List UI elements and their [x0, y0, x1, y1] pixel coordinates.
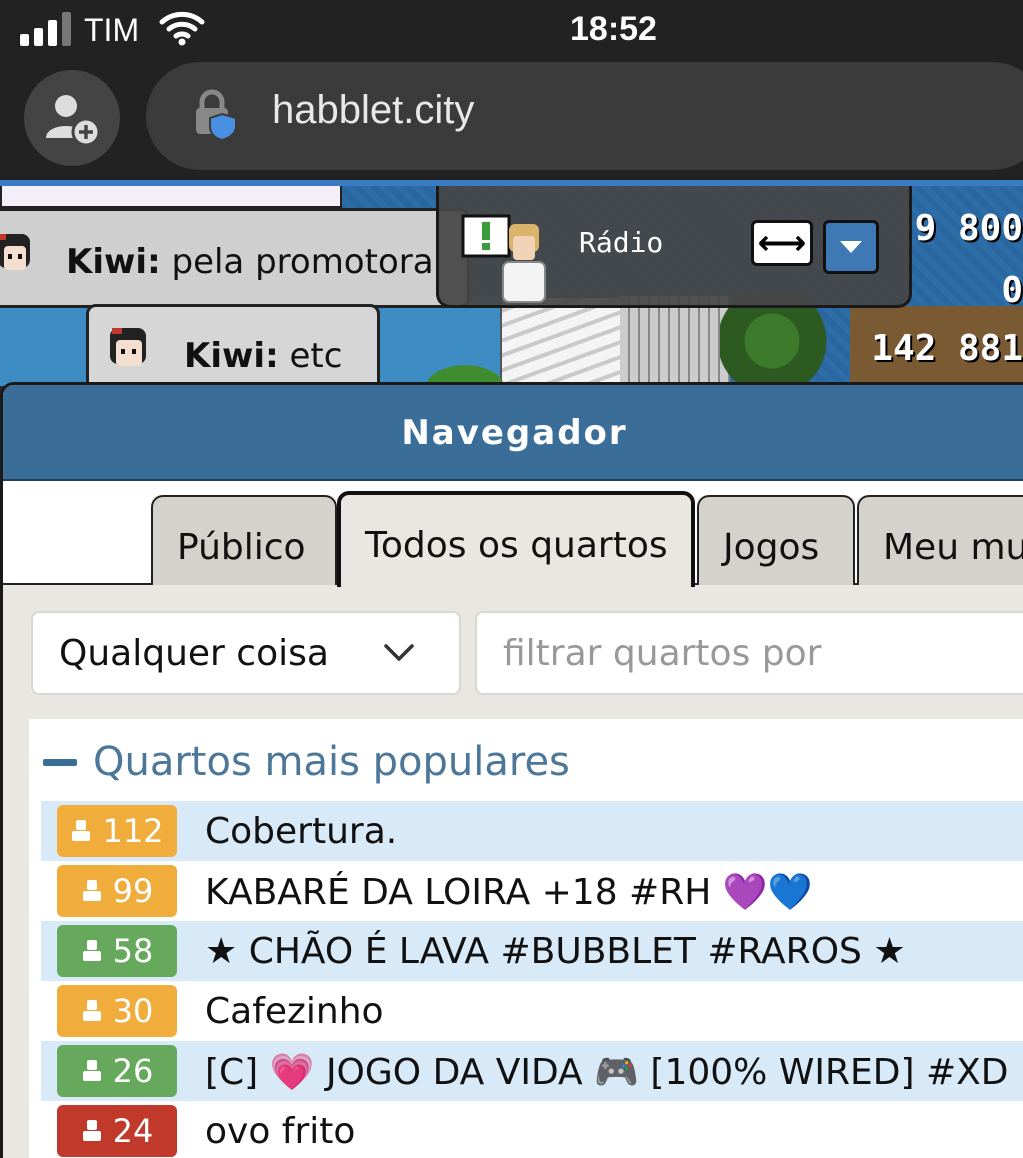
section-title: Quartos mais populares: [93, 739, 570, 785]
navigator-title: Navegador: [401, 413, 628, 453]
radio-dropdown-button[interactable]: [823, 220, 879, 274]
status-bar: TIM 18:52: [0, 0, 1023, 62]
user-count: 58: [112, 932, 154, 970]
wifi-icon: [158, 10, 206, 50]
room-name: ovo frito: [205, 1111, 356, 1152]
status-time: 18:52: [570, 10, 657, 48]
game-room-view[interactable]: Kiwi: pela promotora Kiwi: etc Rádio ⟷ 9…: [0, 186, 1023, 386]
room-row[interactable]: 58 ★ CHÃO É LAVA #BUBBLET #RAROS ★: [41, 921, 1023, 981]
navigator-window: Navegador Público Todos os quartos Jogos…: [0, 382, 1023, 1158]
section-header[interactable]: Quartos mais populares: [43, 737, 570, 787]
user-count-badge: 24: [57, 1105, 177, 1157]
kiwi-avatar: [0, 230, 64, 302]
room-name: Cafezinho: [205, 991, 384, 1032]
chat-username: Kiwi:: [184, 336, 279, 376]
triangle-down-icon: [840, 241, 862, 253]
user-count-badge: 99: [57, 865, 177, 917]
carrier-name: TIM: [84, 12, 140, 48]
radio-panel[interactable]: Rádio ⟷: [436, 186, 912, 308]
address-bar[interactable]: habblet.city: [146, 62, 1023, 170]
navigator-tabs: Público Todos os quartos Jogos Meu mundo: [3, 481, 1023, 587]
person-icon: [82, 880, 101, 901]
room-list: 112 Cobertura. 99 KABARÉ DA LOIRA +18 #R…: [41, 801, 1023, 1158]
room-row[interactable]: 26 [C] 💗 JOGO DA VIDA 🎮 [100% WIRED] #XD: [41, 1041, 1023, 1101]
room-search-input[interactable]: [475, 611, 1023, 695]
chat-username: Kiwi:: [66, 242, 161, 282]
browser-toolbar: habblet.city: [0, 62, 1023, 180]
chat-message-text: etc: [289, 336, 343, 376]
chat-bubble-fragment: [0, 186, 342, 208]
room-furniture: [620, 296, 730, 386]
chevron-down-icon: [384, 644, 414, 661]
radio-label: Rádio: [579, 226, 664, 259]
room-row[interactable]: 99 KABARÉ DA LOIRA +18 #RH 💜💙: [41, 861, 1023, 921]
radio-expand-button[interactable]: ⟷: [751, 220, 813, 266]
chat-message: Kiwi: etc: [184, 336, 342, 376]
tab-todos-os-quartos[interactable]: Todos os quartos: [337, 491, 695, 587]
user-count: 99: [112, 872, 154, 910]
navigator-header[interactable]: Navegador: [3, 385, 1023, 481]
person-icon: [82, 1120, 101, 1141]
add-person-icon: [46, 95, 101, 147]
user-count: 30: [112, 992, 154, 1030]
hud-diamonds: 142 881: [871, 328, 1023, 369]
chat-message-text: pela promotora: [171, 242, 434, 282]
room-row[interactable]: 112 Cobertura.: [41, 801, 1023, 861]
room-row[interactable]: 24 ovo frito: [41, 1101, 1023, 1158]
cellular-signal-icon: [20, 12, 71, 46]
person-icon: [82, 1000, 101, 1021]
filter-select-value: Qualquer coisa: [59, 633, 329, 674]
hud-duckets: 0: [1001, 270, 1023, 311]
collapse-minus-icon[interactable]: [43, 758, 77, 766]
user-count-badge: 26: [57, 1045, 177, 1097]
tab-jogos[interactable]: Jogos: [697, 495, 855, 585]
person-icon: [72, 820, 91, 841]
lock-shield-icon: [196, 89, 237, 140]
hud-credits: 9 800: [914, 208, 1023, 249]
add-profile-button[interactable]: [24, 70, 120, 166]
rooms-list-panel: Quartos mais populares 112 Cobertura. 99…: [29, 719, 1023, 1158]
tab-meu-mundo[interactable]: Meu mundo: [857, 495, 1023, 585]
user-count: 112: [102, 812, 164, 850]
kiwi-avatar: [104, 324, 174, 386]
room-name: [C] 💗 JOGO DA VIDA 🎮 [100% WIRED] #XD: [205, 1052, 1009, 1093]
plant-furniture: [720, 296, 850, 386]
person-icon: [82, 1060, 101, 1081]
user-count: 26: [112, 1052, 154, 1090]
room-row[interactable]: 30 Cafezinho: [41, 981, 1023, 1041]
chat-message: Kiwi: pela promotora: [66, 242, 434, 282]
tab-publico[interactable]: Público: [151, 495, 337, 585]
user-count-badge: 30: [57, 985, 177, 1037]
room-name: Cobertura.: [205, 811, 398, 852]
room-name: ★ CHÃO É LAVA #BUBBLET #RAROS ★: [205, 931, 906, 972]
radio-host-avatar: [461, 214, 546, 303]
person-icon: [82, 940, 101, 961]
user-count: 24: [112, 1112, 154, 1150]
user-count-badge: 112: [57, 805, 177, 857]
url-text: habblet.city: [272, 88, 475, 132]
room-filter-select[interactable]: Qualquer coisa: [31, 611, 461, 695]
user-count-badge: 58: [57, 925, 177, 977]
room-name: KABARÉ DA LOIRA +18 #RH 💜💙: [205, 872, 813, 913]
